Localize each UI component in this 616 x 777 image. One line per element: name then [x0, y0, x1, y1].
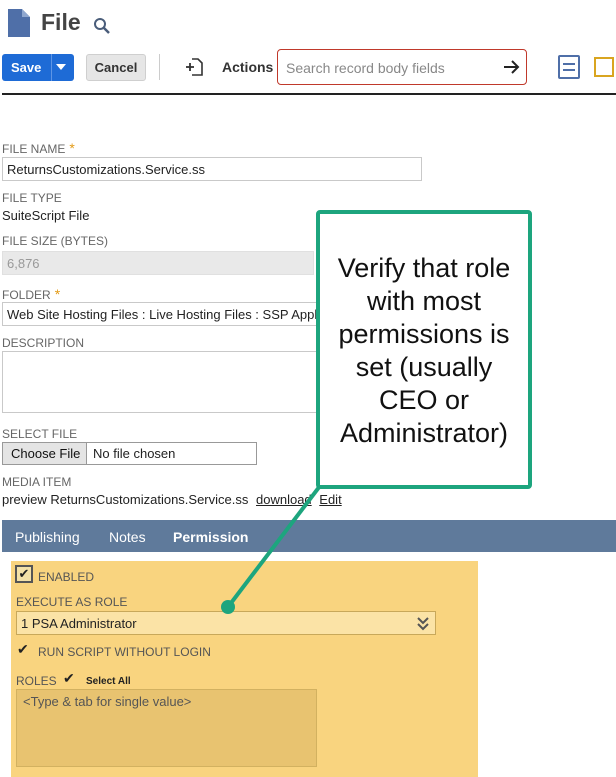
callout-text: Verify that role with most permissions i… [337, 253, 511, 448]
callout-box: Verify that role with most permissions i… [316, 210, 532, 489]
